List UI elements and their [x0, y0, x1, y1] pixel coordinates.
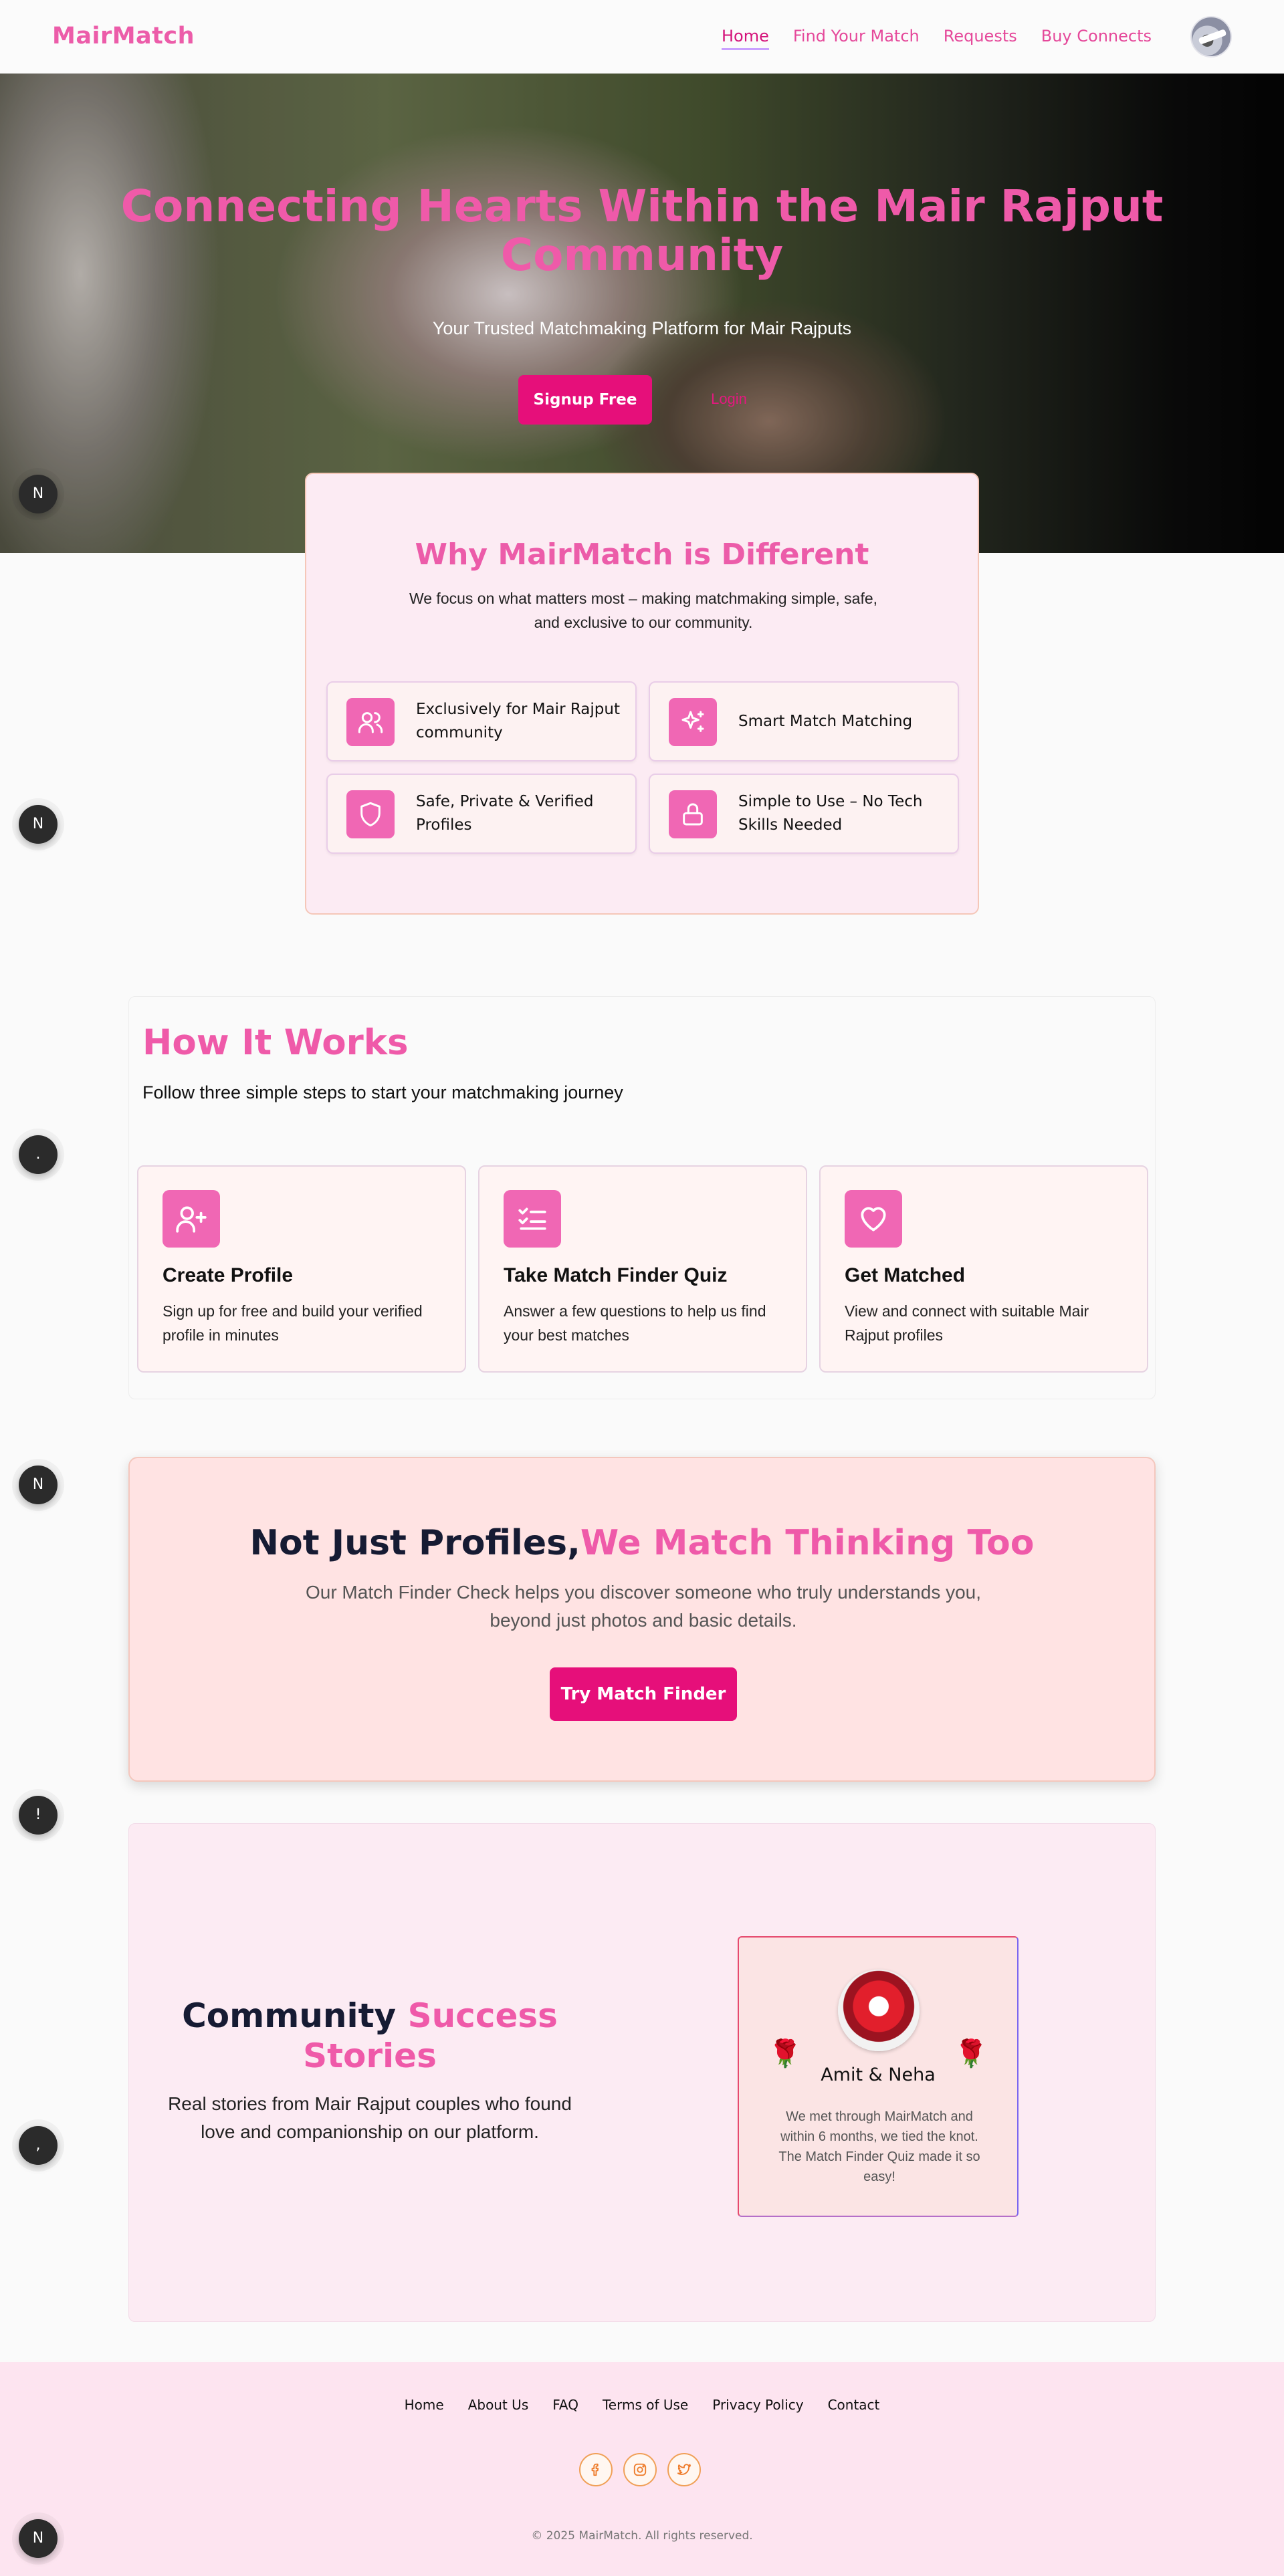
step-title: Take Match Finder Quiz	[504, 1264, 728, 1286]
feature-label: Exclusively for Mair Rajput community	[416, 701, 620, 741]
dev-indicator-button[interactable]: !	[19, 1796, 58, 1835]
twitter-icon[interactable]	[667, 2453, 701, 2486]
story-names: Amit & Neha	[821, 2065, 936, 2085]
dev-indicator-button[interactable]: ,	[19, 2126, 58, 2165]
feature-label: Smart Match Matching	[738, 712, 913, 730]
page: MairMatch Home Find Your Match Requests …	[0, 0, 1284, 2576]
dev-indicator-button[interactable]: .	[19, 1135, 58, 1174]
story-quote: We met through MairMatch and within 6 mo…	[778, 2109, 980, 2184]
step-title: Create Profile	[163, 1264, 294, 1286]
feature-label: Safe, Private & Verified Profiles	[416, 793, 594, 834]
instagram-icon[interactable]	[623, 2453, 657, 2486]
list-checks-icon	[504, 1190, 561, 1248]
step-text: View and connect with suitable Mair Rajp…	[845, 1302, 1089, 1344]
success-stories-section: Community Success Stories Real stories f…	[128, 1823, 1156, 2322]
footer-link-home[interactable]: Home	[405, 2397, 444, 2413]
shield-icon	[346, 790, 395, 838]
why-different-card: Why MairMatch is Different We focus on w…	[305, 473, 979, 915]
feature-card: Exclusively for Mair Rajput community	[326, 681, 637, 762]
step-card: Create Profile Sign up for free and buil…	[137, 1165, 466, 1373]
footer-link-faq[interactable]: FAQ	[552, 2397, 578, 2413]
why-description: We focus on what matters most – making m…	[409, 590, 878, 631]
dev-indicator-button[interactable]: N	[19, 475, 58, 513]
dev-indicator-button[interactable]: N	[19, 1466, 58, 1504]
hero-tagline: Your Trusted Matchmaking Platform for Ma…	[432, 318, 852, 338]
user-avatar[interactable]	[1190, 16, 1232, 57]
match-finder-cta: Not Just Profiles,We Match Thinking Too …	[128, 1457, 1156, 1782]
stories-title-dark: Community	[182, 1996, 397, 2035]
cta-text: Our Match Finder Check helps you discove…	[305, 1582, 982, 1631]
copyright: © 2025 MairMatch. All rights reserved.	[531, 2529, 753, 2543]
top-nav: MairMatch Home Find Your Match Requests …	[0, 0, 1284, 74]
stories-subtitle: Real stories from Mair Rajput couples wh…	[168, 2093, 572, 2142]
cta-title-pink: We Match Thinking Too	[580, 1523, 1035, 1563]
sparkles-icon	[669, 698, 717, 746]
nav-link-buy-connects[interactable]: Buy Connects	[1041, 27, 1152, 50]
footer-link-about[interactable]: About Us	[468, 2397, 529, 2413]
feature-card: Safe, Private & Verified Profiles	[326, 774, 637, 854]
nav-link-requests[interactable]: Requests	[944, 27, 1017, 50]
feature-card: Smart Match Matching	[649, 681, 959, 762]
step-text: Answer a few questions to help us find y…	[504, 1302, 766, 1344]
nav-menu: Home Find Your Match Requests Buy Connec…	[721, 27, 1152, 50]
couple-photo	[838, 1970, 920, 2051]
brand-logo[interactable]: MairMatch	[52, 23, 195, 49]
social-links	[579, 2453, 701, 2486]
stories-title: Community Success Stories	[169, 1996, 570, 2076]
feature-label: Simple to Use – No Tech Skills Needed	[738, 793, 923, 834]
step-card: Get Matched View and connect with suitab…	[819, 1165, 1148, 1373]
cta-title: Not Just Profiles,We Match Thinking Too	[130, 1523, 1154, 1563]
footer-link-privacy[interactable]: Privacy Policy	[712, 2397, 803, 2413]
step-card: Take Match Finder Quiz Answer a few ques…	[478, 1165, 807, 1373]
how-subtitle: Follow three simple steps to start your …	[142, 1082, 623, 1102]
step-text: Sign up for free and build your verified…	[163, 1302, 423, 1344]
nav-link-home[interactable]: Home	[721, 27, 769, 50]
how-it-works-section: How It Works Follow three simple steps t…	[128, 996, 1156, 1399]
step-title: Get Matched	[845, 1264, 966, 1286]
footer-links: Home About Us FAQ Terms of Use Privacy P…	[0, 2397, 1284, 2413]
try-match-finder-button[interactable]: Try Match Finder	[550, 1667, 737, 1721]
facebook-icon[interactable]	[579, 2453, 613, 2486]
lock-icon	[669, 790, 717, 838]
why-title: Why MairMatch is Different	[415, 538, 869, 572]
footer-link-contact[interactable]: Contact	[828, 2397, 880, 2413]
users-icon	[346, 698, 395, 746]
dev-indicator-button[interactable]: N	[19, 2519, 58, 2558]
cta-title-dark: Not Just Profiles,	[249, 1523, 580, 1563]
how-title: How It Works	[142, 1022, 409, 1063]
signup-button[interactable]: Signup Free	[518, 375, 652, 425]
feature-card: Simple to Use – No Tech Skills Needed	[649, 774, 959, 854]
heart-icon	[845, 1190, 902, 1248]
dev-indicator-button[interactable]: N	[19, 805, 58, 844]
story-card: 🌹 🌹 Amit & Neha We met through MairMatch…	[738, 1936, 1019, 2217]
user-plus-icon	[163, 1190, 220, 1248]
footer: Home About Us FAQ Terms of Use Privacy P…	[0, 2362, 1284, 2576]
nav-link-find-your-match[interactable]: Find Your Match	[793, 27, 920, 50]
hero-title: Connecting Hearts Within the Mair Rajput…	[120, 181, 1164, 281]
footer-link-terms[interactable]: Terms of Use	[603, 2397, 688, 2413]
login-button[interactable]: Login	[685, 382, 772, 416]
